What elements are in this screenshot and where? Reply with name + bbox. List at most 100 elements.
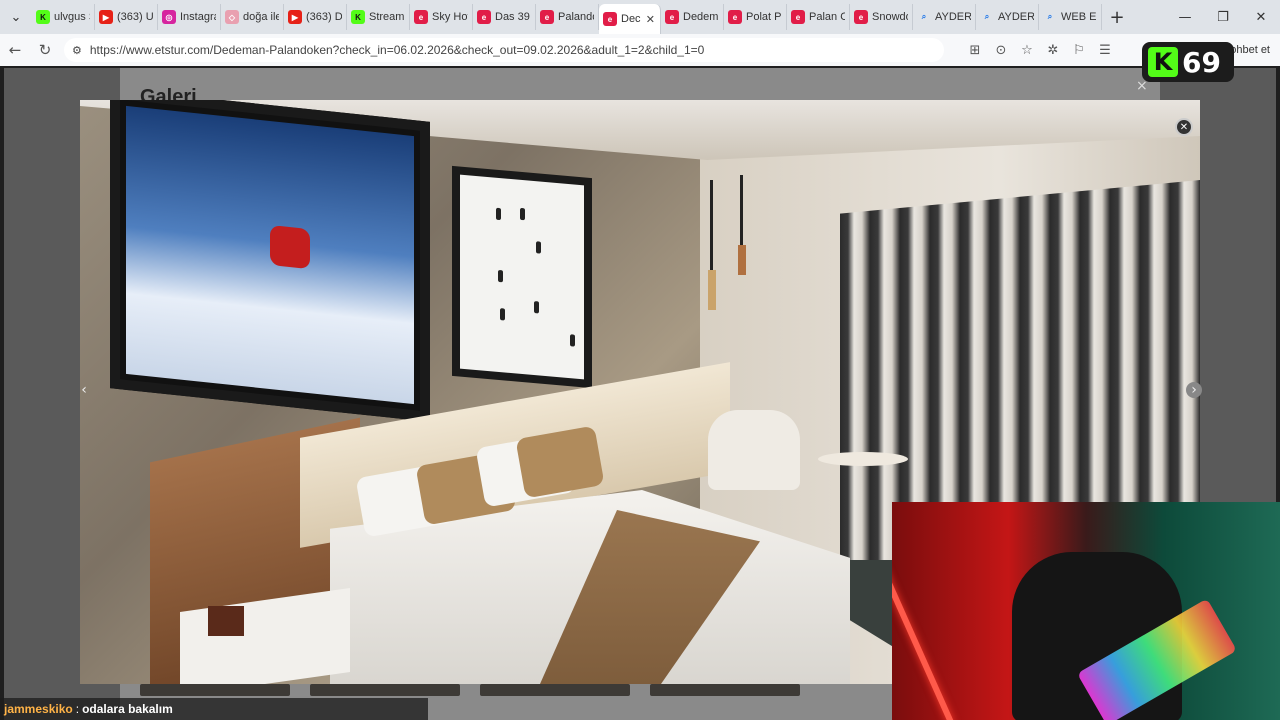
led-light-bar — [892, 548, 955, 720]
chevron-down-icon: ⌄ — [10, 9, 22, 25]
etstur-icon: e — [414, 10, 428, 24]
thumbnail[interactable] — [480, 684, 630, 696]
tab-label: Sky Hot — [432, 11, 468, 23]
thumbnail[interactable] — [650, 684, 800, 696]
url-text: https://www.etstur.com/Dedeman-Palandoke… — [89, 43, 705, 57]
tab-1[interactable]: ▶ (363) Ul — [95, 4, 158, 30]
skiers-print — [452, 165, 592, 389]
new-tab-button[interactable]: + — [1102, 7, 1132, 28]
tab-label: (363) Ul — [117, 11, 153, 23]
tab-8[interactable]: e Palando — [536, 4, 599, 30]
alarm-clock — [208, 606, 244, 636]
close-icon: ✕ — [1179, 121, 1189, 133]
tab-label: (363) Do — [306, 11, 342, 23]
tab-label: doğa ile — [243, 11, 279, 23]
tab-close-icon[interactable]: ✕ — [646, 13, 655, 26]
chat-message: jammeskiko : odalara bakalım — [0, 698, 428, 720]
tab-14[interactable]: ⌕ AYDER — [913, 4, 976, 30]
tab-label: Dedem — [683, 11, 719, 23]
tab-search-button[interactable]: ⌄ — [0, 0, 32, 34]
tab-11[interactable]: e Polat Pa — [724, 4, 787, 30]
tab-strip: ⌄ Kulvgus S ▶ (363) Ul ◎ Instagra ◇ doğa ile ▶ (… — [0, 0, 1280, 34]
instagram-icon: ◎ — [162, 10, 176, 24]
etstur-icon: e — [477, 10, 491, 24]
skier-mark — [534, 301, 539, 314]
skier-mark — [500, 308, 505, 321]
webcam-overlay — [892, 502, 1280, 720]
armchair — [708, 410, 800, 490]
ski-painting — [110, 100, 430, 422]
tab-label: AYDER — [935, 11, 971, 23]
gallery-thumbnails — [140, 684, 800, 696]
tab-5[interactable]: K Stream — [347, 4, 410, 30]
etstur-icon: e — [603, 12, 617, 26]
back-button[interactable]: ← — [0, 35, 30, 65]
search-icon: ⌕ — [1047, 12, 1053, 21]
tab-label: Palan O — [809, 11, 845, 23]
app-install-icon[interactable]: ⊞ — [962, 38, 988, 62]
thumbnail[interactable] — [310, 684, 460, 696]
chat-username: jammeskiko — [4, 702, 73, 716]
gallery-close-button[interactable]: ✕ — [1175, 118, 1193, 136]
skier-mark — [520, 207, 525, 221]
chat-separator: : — [75, 702, 80, 716]
extensions-icon[interactable]: ✲ — [1040, 38, 1066, 62]
kick-badge: K 69 — [1142, 42, 1234, 82]
skier-figure — [270, 225, 310, 270]
side-table — [818, 452, 908, 466]
reload-icon: ↻ — [38, 41, 52, 59]
etstur-icon: e — [854, 10, 868, 24]
tab-13[interactable]: e Snowdo — [850, 4, 913, 30]
tab-12[interactable]: e Palan O — [787, 4, 850, 30]
tab-9[interactable]: e Dec ✕ — [599, 4, 661, 34]
maximize-button[interactable]: ❐ — [1204, 0, 1242, 34]
chevron-right-icon: › — [1191, 382, 1197, 398]
etstur-icon: e — [540, 10, 554, 24]
tab-3[interactable]: ◇ doğa ile — [221, 4, 284, 30]
tab-7[interactable]: e Das 39 — [473, 4, 536, 30]
skier-mark — [498, 269, 503, 283]
browser-toolbar: ← ↻ ⚙ https://www.etstur.com/Dedeman-Pal… — [0, 34, 1280, 66]
kick-icon: K — [36, 10, 50, 24]
minimize-button[interactable]: — — [1166, 0, 1204, 34]
read-aloud-icon[interactable]: ⊙ — [988, 38, 1014, 62]
gallery-prev-button[interactable]: ‹ — [76, 382, 92, 398]
copilot-chat-label[interactable]: ohbet et — [1230, 44, 1270, 56]
tab-0[interactable]: Kulvgus S — [32, 4, 95, 30]
tab-label: Das 39 — [495, 11, 530, 23]
tab-4[interactable]: ▶ (363) Do — [284, 4, 347, 30]
toolbar-icons: ⊞ ⊙ ☆ ✲ ⚐ ☰ — [962, 38, 1118, 62]
tab-6[interactable]: e Sky Hot — [410, 4, 473, 30]
screen: ⌄ Kulvgus S ▶ (363) Ul ◎ Instagra ◇ doğa ile ▶ (… — [0, 0, 1280, 720]
gallery-next-button[interactable]: › — [1186, 382, 1202, 398]
window-controls: — ❐ ✕ — [1166, 0, 1280, 34]
kick-logo-icon: K — [1148, 47, 1178, 77]
tab-label: Instagra — [180, 11, 216, 23]
tab-15[interactable]: ⌕ AYDER — [976, 4, 1039, 30]
print-art — [460, 174, 584, 380]
favorite-star-icon[interactable]: ☆ — [1014, 38, 1040, 62]
tab-10[interactable]: e Dedem — [661, 4, 724, 30]
skier-mark — [496, 207, 501, 221]
kick-icon: K — [351, 10, 365, 24]
tab-label: AYDER — [998, 11, 1034, 23]
tab-list: Kulvgus S ▶ (363) Ul ◎ Instagra ◇ doğa ile ▶ (36… — [32, 0, 1102, 34]
etstur-icon: e — [665, 10, 679, 24]
pendant-lamp — [738, 245, 746, 275]
skier-mark — [570, 334, 575, 347]
pendant-lamp — [708, 270, 716, 310]
site-info-icon[interactable]: ⚙ — [72, 44, 82, 57]
thumbnail[interactable] — [140, 684, 290, 696]
tab-label: Palando — [558, 11, 594, 23]
favorites-icon[interactable]: ☰ — [1092, 38, 1118, 62]
arrow-left-icon: ← — [8, 41, 22, 59]
address-bar[interactable]: ⚙ https://www.etstur.com/Dedeman-Palando… — [64, 38, 944, 62]
reload-button[interactable]: ↻ — [30, 35, 60, 65]
tab-16[interactable]: ⌕ WEB EH — [1039, 4, 1102, 30]
etstur-icon: e — [728, 10, 742, 24]
extension-icon[interactable]: ⚐ — [1066, 38, 1092, 62]
tab-2[interactable]: ◎ Instagra — [158, 4, 221, 30]
window-close-button[interactable]: ✕ — [1242, 0, 1280, 34]
tab-label: WEB EH — [1061, 11, 1097, 23]
chat-text: odalara bakalım — [82, 702, 173, 716]
